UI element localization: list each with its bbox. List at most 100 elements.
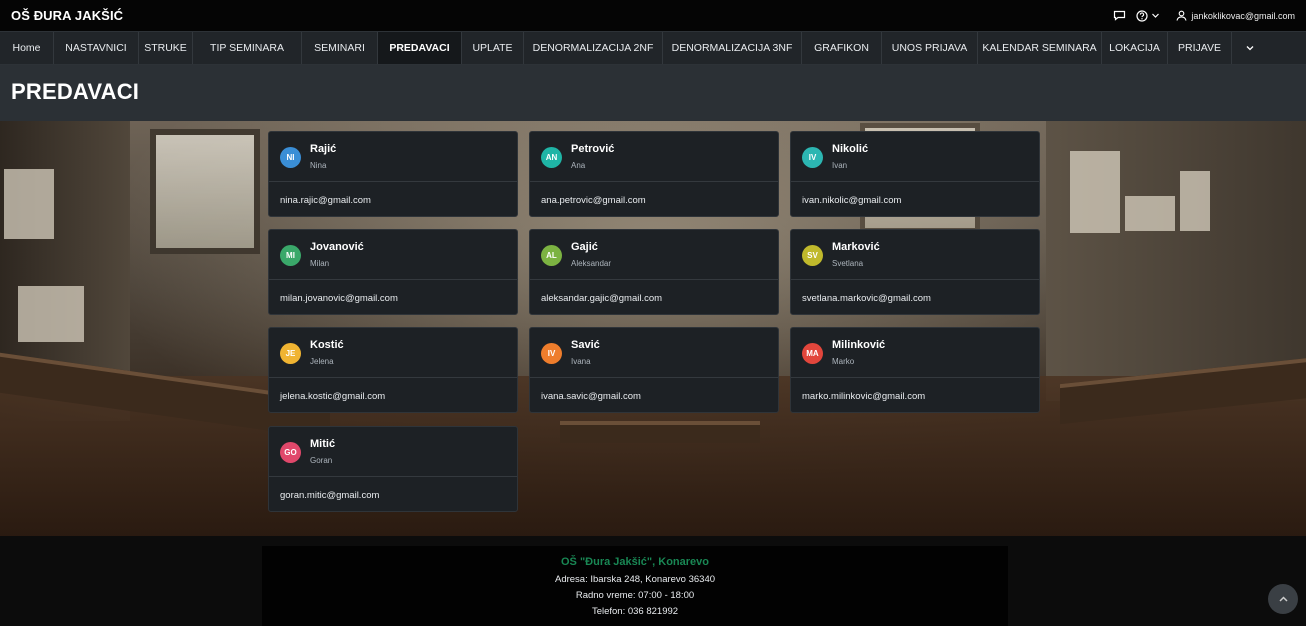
- nav-item-predavaci[interactable]: PREDAVACI: [378, 32, 462, 64]
- nav-item-home[interactable]: Home: [0, 32, 54, 64]
- avatar: AL: [541, 245, 562, 266]
- lecturer-email: nina.rajic@gmail.com: [280, 195, 371, 206]
- nav-item-nastavnici[interactable]: NASTAVNICI: [54, 32, 139, 64]
- lecturer-email: milan.jovanovic@gmail.com: [280, 293, 398, 304]
- footer-school-name: OŠ "Đura Jakšić", Konarevo: [561, 556, 709, 568]
- lecturer-card[interactable]: JE Kostić Jelena jelena.kostic@gmail.com: [268, 327, 518, 413]
- lecturer-firstname: Goran: [310, 456, 333, 465]
- user-email: jankoklikovac@gmail.com: [1191, 10, 1295, 21]
- lecturer-email: jelena.kostic@gmail.com: [280, 391, 386, 402]
- nav-item-uplate[interactable]: UPLATE: [462, 32, 524, 64]
- chat-icon[interactable]: [1113, 10, 1126, 21]
- nav-more-button[interactable]: [1232, 32, 1268, 64]
- lecturer-firstname: Marko: [832, 357, 855, 366]
- nav-item-prijave[interactable]: PRIJAVE: [1168, 32, 1232, 64]
- lecturer-card[interactable]: AL Gajić Aleksandar aleksandar.gajic@gmail.…: [529, 229, 779, 315]
- lecturer-card[interactable]: AN Petrović Ana ana.petrovic@gmail.com: [529, 131, 779, 217]
- lecturer-email: goran.mitic@gmail.com: [280, 490, 380, 501]
- footer-address: Adresa: Ibarska 248, Konarevo 36340: [554, 574, 716, 585]
- lecturer-firstname: Ana: [571, 161, 586, 170]
- nav-item-lokacija[interactable]: LOKACIJA: [1102, 32, 1168, 64]
- lecturer-card[interactable]: MA Milinković Marko marko.milinkovic@gmail.…: [790, 327, 1040, 413]
- top-bar-actions: jankoklikovac@gmail.com: [1113, 9, 1295, 22]
- avatar: MI: [280, 245, 301, 266]
- lecturer-email: ivana.savic@gmail.com: [541, 391, 641, 402]
- lecturer-card-header: JE Kostić Jelena: [269, 328, 517, 378]
- top-bar: OŠ ĐURA JAKŠIĆ jankoklikovac@gmail.com: [0, 0, 1306, 31]
- lecturer-firstname: Aleksandar: [571, 259, 612, 268]
- lecturer-email: svetlana.markovic@gmail.com: [802, 293, 931, 304]
- lecturer-firstname: Svetlana: [832, 259, 864, 268]
- avatar: IV: [541, 343, 562, 364]
- lecturer-card[interactable]: IV Savić Ivana ivana.savic@gmail.com: [529, 327, 779, 413]
- lecturer-lastname: Marković: [832, 241, 880, 253]
- background-poster: [18, 286, 84, 342]
- lecturer-card[interactable]: SV Marković Svetlana svetlana.markovic@gmai…: [790, 229, 1040, 315]
- nav-item-kalendar-seminara[interactable]: KALENDAR SEMINARA: [978, 32, 1102, 64]
- avatar: GO: [280, 442, 301, 463]
- brand-title[interactable]: OŠ ĐURA JAKŠIĆ: [11, 8, 123, 23]
- nav-item-unos-prijava[interactable]: UNOS PRIJAVA: [882, 32, 978, 64]
- lecturer-firstname: Nina: [310, 161, 327, 170]
- lecturer-card-header: AL Gajić Aleksandar: [530, 230, 778, 280]
- nav-item-struke[interactable]: STRUKE: [139, 32, 193, 64]
- lecturer-lastname: Nikolić: [832, 143, 869, 155]
- lecturer-email: marko.milinkovic@gmail.com: [802, 391, 926, 402]
- page-header: PREDAVACI: [0, 65, 1306, 121]
- lecturer-lastname: Milinković: [832, 339, 886, 351]
- lecturer-email: ivan.nikolic@gmail.com: [802, 195, 902, 206]
- avatar: SV: [802, 245, 823, 266]
- footer-info: OŠ "Đura Jakšić", Konarevo Adresa: Ibars…: [262, 546, 1008, 626]
- chevron-up-icon: [1278, 595, 1288, 602]
- lecturer-card-header: MI Jovanović Milan: [269, 230, 517, 280]
- lecturer-card[interactable]: IV Nikolić Ivan ivan.nikolic@gmail.com: [790, 131, 1040, 217]
- user-icon: [1176, 10, 1187, 21]
- footer: OŠ "Đura Jakšić", Konarevo Adresa: Ibars…: [0, 536, 1306, 626]
- lecturer-lastname: Gajić: [571, 241, 598, 253]
- page-title: PREDAVACI: [11, 79, 140, 104]
- lecturer-firstname: Jelena: [310, 357, 334, 366]
- avatar: JE: [280, 343, 301, 364]
- lecturer-card-header: GO Mitić Goran: [269, 427, 517, 477]
- lecturer-lastname: Petrović: [571, 143, 615, 155]
- background-window: [150, 129, 260, 254]
- avatar: AN: [541, 147, 562, 168]
- lecturer-card[interactable]: NI Rajić Nina nina.rajic@gmail.com: [268, 131, 518, 217]
- lecturer-card-header: IV Nikolić Ivan: [791, 132, 1039, 182]
- user-menu[interactable]: jankoklikovac@gmail.com: [1176, 10, 1295, 21]
- background-poster: [4, 169, 54, 239]
- lecturer-card-header: SV Marković Svetlana: [791, 230, 1039, 280]
- footer-working-hours: Radno vreme: 07:00 - 18:00: [575, 590, 695, 601]
- chevron-down-icon: [1246, 46, 1254, 51]
- background-poster: [1180, 171, 1210, 231]
- scroll-to-top-button[interactable]: [1268, 584, 1298, 614]
- nav-item-grafikon[interactable]: GRAFIKON: [802, 32, 882, 64]
- background-desk: [560, 421, 760, 443]
- lecturer-card-header: MA Milinković Marko: [791, 328, 1039, 378]
- lecturer-lastname: Jovanović: [310, 241, 364, 253]
- nav-item-seminari[interactable]: SEMINARI: [302, 32, 378, 64]
- help-icon: [1136, 9, 1148, 22]
- main-nav: Home NASTAVNICI STRUKE TIP SEMINARA SEMINARI…: [0, 31, 1306, 65]
- background-poster: [1125, 196, 1175, 231]
- lecturer-lastname: Savić: [571, 339, 600, 351]
- background-poster: [1070, 151, 1120, 233]
- lecturer-card-header: NI Rajić Nina: [269, 132, 517, 182]
- lecturer-email: ana.petrovic@gmail.com: [541, 195, 646, 206]
- lecturer-lastname: Mitić: [310, 438, 336, 450]
- lecturer-email: aleksandar.gajic@gmail.com: [541, 293, 663, 304]
- lecturer-card-header: IV Savić Ivana: [530, 328, 778, 378]
- footer-phone: Telefon: 036 821992: [591, 606, 679, 617]
- nav-item-tip-seminara[interactable]: TIP SEMINARA: [193, 32, 302, 64]
- avatar: NI: [280, 147, 301, 168]
- lecturer-card-header: AN Petrović Ana: [530, 132, 778, 182]
- lecturer-card[interactable]: MI Jovanović Milan milan.jovanovic@gmail.co…: [268, 229, 518, 315]
- nav-item-denormalizacija-2nf[interactable]: DENORMALIZACIJA 2NF: [524, 32, 663, 64]
- lecturer-card[interactable]: GO Mitić Goran goran.mitic@gmail.com: [268, 426, 518, 512]
- help-menu[interactable]: [1136, 9, 1160, 22]
- avatar: IV: [802, 147, 823, 168]
- lecturer-firstname: Ivan: [832, 161, 848, 170]
- nav-item-denormalizacija-3nf[interactable]: DENORMALIZACIJA 3NF: [663, 32, 802, 64]
- avatar: MA: [802, 343, 823, 364]
- lecturer-firstname: Ivana: [571, 357, 591, 366]
